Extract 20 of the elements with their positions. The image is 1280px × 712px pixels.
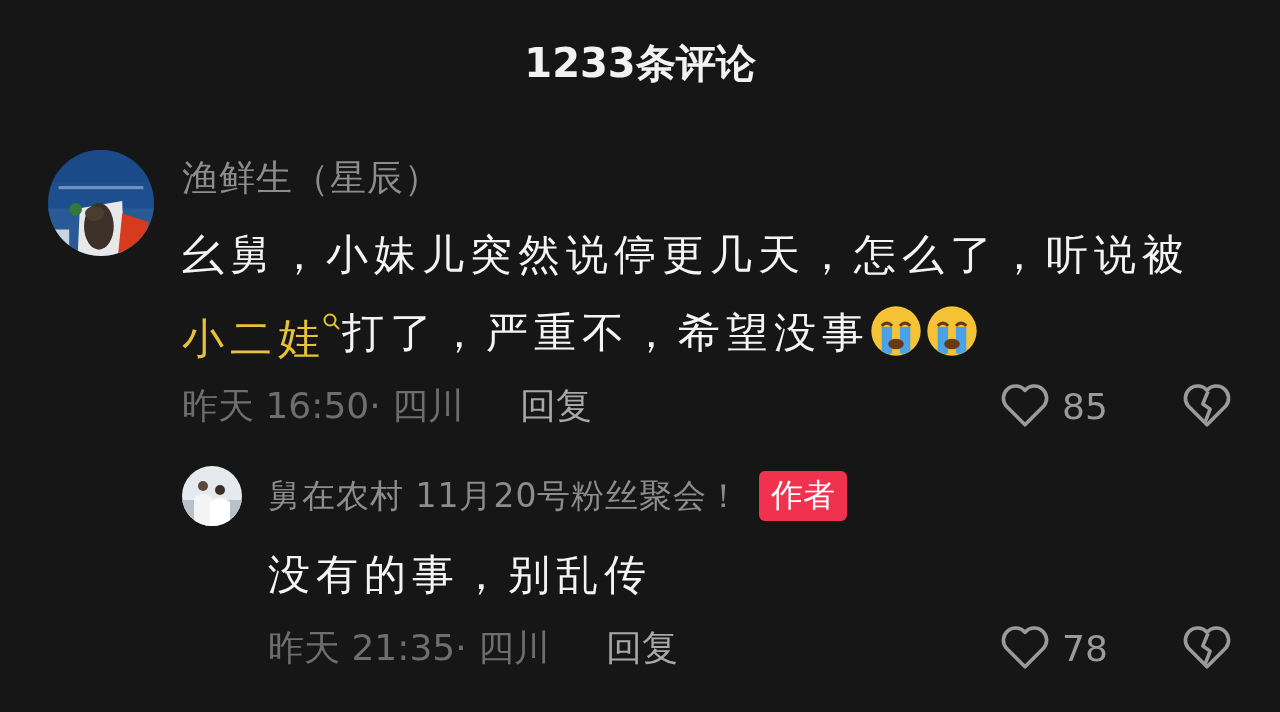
broken-heart-icon[interactable] xyxy=(1182,383,1232,429)
broken-heart-icon[interactable] xyxy=(1182,625,1232,671)
like-count: 78 xyxy=(1062,627,1109,669)
heart-icon[interactable] xyxy=(1000,625,1050,671)
username[interactable]: 渔鲜生（星辰） xyxy=(182,153,441,203)
comment-text: 幺舅，小妹儿突然说停更几天，怎么了，听说被 小二娃 打了，严重不，希望没事 xyxy=(182,216,1240,372)
crying-face-icon xyxy=(926,305,978,357)
comment-text: 没有的事，别乱传 xyxy=(268,549,653,601)
like-count: 85 xyxy=(1062,385,1109,427)
author-badge: 作者 xyxy=(759,471,848,521)
comment-time: 昨天 21:35· 四川 xyxy=(268,625,551,670)
search-icon[interactable] xyxy=(322,312,342,332)
reply-button[interactable]: 回复 xyxy=(606,623,679,673)
heart-icon[interactable] xyxy=(1000,383,1050,429)
username[interactable]: 舅在农村 11月20号粉丝聚会！ xyxy=(268,473,742,519)
comments-title: 1233条评论 xyxy=(524,39,756,88)
comment-time: 昨天 16:50· 四川 xyxy=(182,383,465,428)
reply-button[interactable]: 回复 xyxy=(520,381,593,431)
crying-face-icon xyxy=(870,305,922,357)
search-link[interactable]: 小二娃 xyxy=(182,312,342,366)
